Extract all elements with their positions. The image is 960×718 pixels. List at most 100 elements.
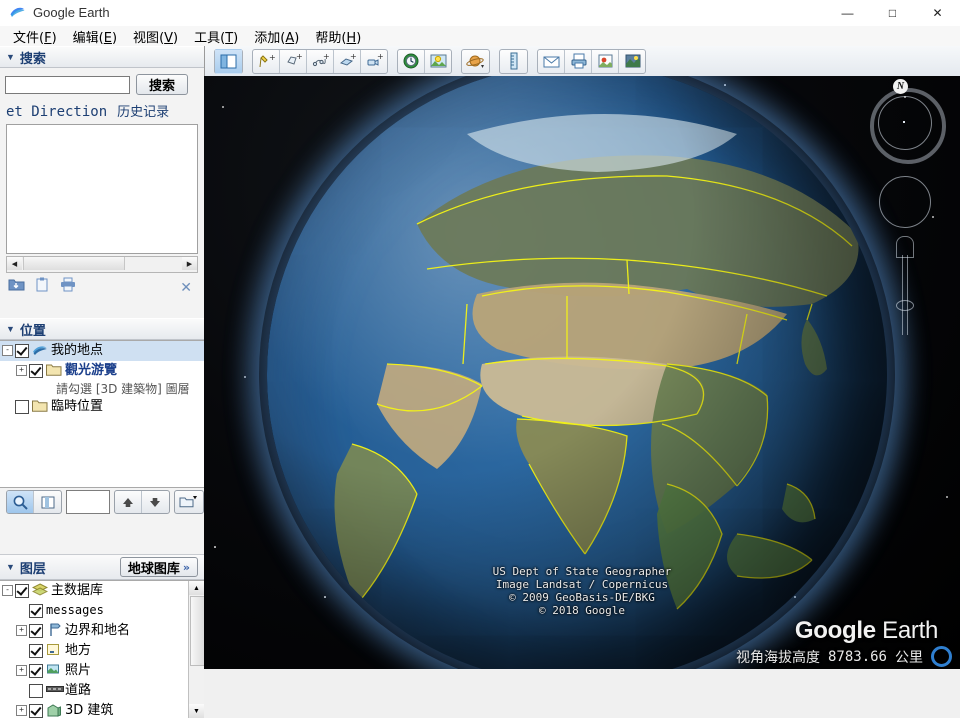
toggle-sidebar-button[interactable] [215, 49, 242, 74]
layers-item-photos[interactable]: + 照片 [0, 661, 204, 681]
triangle-down-icon[interactable]: ▼ [6, 53, 15, 62]
add-image-overlay-button[interactable]: + [334, 49, 361, 74]
ruler-button[interactable] [500, 49, 527, 74]
menu-item-help[interactable]: 帮助(H) [307, 26, 369, 47]
play-tour-button[interactable] [34, 491, 60, 513]
places-filter-input[interactable] [66, 490, 110, 514]
scroll-right-icon[interactable]: ▶ [182, 257, 197, 270]
expand-box-icon[interactable]: + [16, 625, 27, 636]
view-in-maps-button[interactable] [619, 49, 645, 74]
menu-item-view[interactable]: 视图(V) [125, 26, 186, 47]
places-item-label: 觀光游覽 [65, 362, 117, 379]
layers-item-label: 地方 [65, 642, 91, 659]
checkbox-sightseeing-tour[interactable] [29, 364, 43, 378]
triangle-down-icon[interactable]: ▼ [6, 563, 15, 572]
triangle-down-icon[interactable]: ▼ [6, 325, 15, 334]
expander-primary-database[interactable]: - [0, 582, 15, 599]
expander-places [14, 642, 29, 659]
minimize-button[interactable]: — [825, 0, 870, 26]
layers-item-primary-database[interactable]: - 主数据库 [0, 581, 204, 601]
search-button[interactable]: 搜索 [136, 74, 188, 95]
collapse-box-icon[interactable]: - [2, 585, 13, 596]
expander-3d-buildings[interactable]: + [14, 702, 29, 718]
layers-item-roads[interactable]: 道路 [0, 681, 204, 701]
record-tour-button[interactable]: + [361, 49, 387, 74]
history-tab[interactable]: 历史记录 [117, 101, 169, 120]
menu-item-add[interactable]: 添加(A) [246, 26, 307, 47]
menu-item-edit[interactable]: 编辑(E) [65, 26, 125, 47]
layers-item-label: 照片 [65, 662, 91, 679]
move-down-button[interactable] [142, 491, 168, 513]
move-up-button[interactable] [115, 491, 142, 513]
scroll-left-icon[interactable]: ◀ [7, 257, 22, 270]
checkbox-primary-database[interactable] [15, 584, 29, 598]
checkbox-borders-and-labels[interactable] [29, 624, 43, 638]
places-item-temporary-places[interactable]: 臨時位置 [0, 397, 204, 417]
places-panel-header[interactable]: ▼ 位置 [0, 318, 204, 340]
layers-vscrollbar[interactable]: ▲ ▼ [188, 581, 204, 718]
close-button[interactable]: ✕ [915, 0, 960, 26]
historical-imagery-button[interactable] [398, 49, 425, 74]
magnifier-icon [12, 494, 29, 511]
checkbox-temporary-places[interactable] [15, 400, 29, 414]
search-results-hscrollbar[interactable]: ◀ ▶ [6, 256, 198, 273]
checkbox-3d-buildings[interactable] [29, 704, 43, 718]
maximize-button[interactable]: □ [870, 0, 915, 26]
places-item-sightseeing-tour[interactable]: + 觀光游覽 [0, 361, 204, 381]
print-button[interactable] [565, 49, 592, 74]
scroll-up-icon[interactable]: ▲ [189, 581, 204, 595]
zoom-slider-icon[interactable] [896, 236, 912, 336]
email-button[interactable] [538, 49, 565, 74]
expander-borders[interactable]: + [14, 622, 29, 639]
layers-item-messages[interactable]: messages [0, 601, 204, 621]
expand-box-icon[interactable]: + [16, 705, 27, 716]
layers-item-places[interactable]: 地方 [0, 641, 204, 661]
compass-north-label[interactable]: N [893, 79, 908, 94]
layers-panel: ▼ 图层 地球图库 » - [0, 554, 204, 718]
look-joystick-icon[interactable] [878, 96, 932, 150]
menu-item-tools[interactable]: 工具(T) [186, 26, 246, 47]
expander-photos[interactable]: + [14, 662, 29, 679]
folder-menu-button[interactable] [174, 490, 204, 514]
get-directions-tab[interactable]: et Direction [6, 104, 107, 120]
scroll-down-icon[interactable]: ▼ [189, 704, 204, 718]
hscrollbar-track[interactable] [125, 257, 182, 272]
vscrollbar-thumb[interactable] [190, 596, 204, 666]
clear-search-button[interactable]: ✕ [180, 279, 192, 296]
collapse-box-icon[interactable]: - [2, 345, 13, 356]
search-panel-header[interactable]: ▼ 搜索 [0, 46, 204, 68]
print-results-button[interactable] [59, 277, 77, 295]
zoom-slider-track[interactable] [902, 255, 908, 335]
sunlight-button[interactable] [425, 49, 451, 74]
expander-sightseeing[interactable]: + [14, 362, 29, 379]
checkbox-places[interactable] [29, 644, 43, 658]
search-input[interactable] [5, 76, 130, 94]
checkbox-messages[interactable] [29, 604, 43, 618]
earth-gallery-button[interactable]: 地球图库 » [120, 557, 198, 577]
globe-viewport[interactable]: US Dept of State Geographer Image Landsa… [204, 76, 960, 669]
navigation-controls[interactable]: N [862, 80, 946, 342]
switch-planet-button[interactable] [462, 49, 489, 74]
checkbox-photos[interactable] [29, 664, 43, 678]
search-places-button[interactable] [7, 491, 34, 513]
add-polygon-button[interactable]: + [280, 49, 307, 74]
save-image-button[interactable] [592, 49, 619, 74]
places-item-my-places[interactable]: - 我的地点 [0, 341, 204, 361]
expander-my-places[interactable]: - [0, 342, 15, 359]
copy-results-button[interactable] [35, 277, 49, 296]
expand-box-icon[interactable]: + [16, 365, 27, 376]
checkbox-my-places[interactable] [15, 344, 29, 358]
checkbox-roads[interactable] [29, 684, 43, 698]
google-earth-logo-icon [32, 343, 48, 358]
svg-text:+: + [377, 53, 384, 61]
add-path-button[interactable]: + [307, 49, 334, 74]
move-joystick-icon[interactable] [879, 176, 931, 228]
add-placemark-button[interactable]: + [253, 49, 280, 74]
menu-item-file[interactable]: 文件(F) [5, 26, 65, 47]
layers-item-borders-and-labels[interactable]: + 边界和地名 [0, 621, 204, 641]
expand-box-icon[interactable]: + [16, 665, 27, 676]
hscrollbar-thumb[interactable] [23, 257, 125, 270]
save-to-places-button[interactable] [8, 277, 25, 295]
zoom-slider-knob[interactable] [896, 300, 914, 311]
layers-item-3d-buildings[interactable]: + 3D 建筑 [0, 701, 204, 718]
